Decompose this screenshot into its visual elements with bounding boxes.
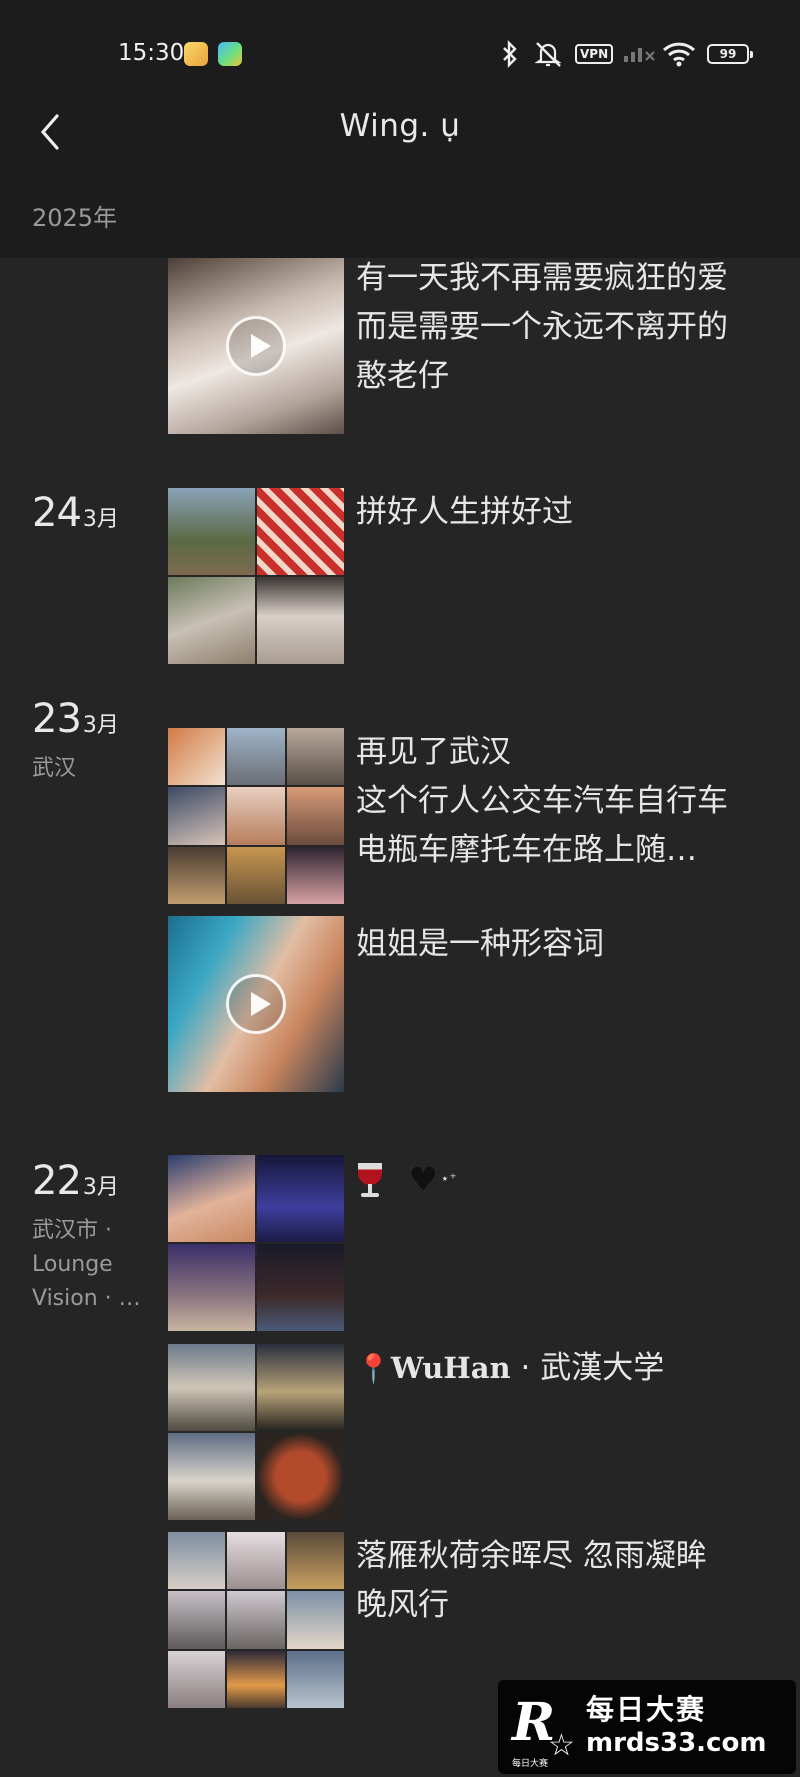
location-line: Lounge (32, 1252, 113, 1277)
photo-tile (227, 728, 285, 786)
photo-tile (227, 846, 285, 904)
vpn-icon: VPN (575, 44, 614, 64)
photo-tile (168, 1591, 226, 1649)
post-text-line: 有一天我不再需要疯狂的爱 (356, 260, 728, 296)
status-time: 15:30 (118, 40, 185, 66)
photo-tile (286, 728, 344, 786)
post-text-line: 憨老仔 (356, 358, 449, 394)
watermark-url: mrds33.com (586, 1728, 767, 1758)
post-text: 姐姐是一种形容词 (356, 926, 604, 962)
moment-post[interactable]: ♥ ⋆⁺ (168, 1155, 778, 1331)
play-icon (226, 316, 286, 376)
moments-page: 15:30 VPN 99 Wing. ụ 2025年 有一天我不再需要疯狂的爱 … (0, 0, 800, 1777)
photo-tile (168, 577, 255, 664)
page-title: Wing. ụ (339, 108, 461, 144)
post-text: 📍WuHan · 武漢大学 (356, 1344, 776, 1393)
date-day: 22 (32, 1158, 82, 1204)
photo-tile (286, 1591, 344, 1649)
photo-tile (168, 728, 226, 786)
video-thumbnail[interactable] (168, 258, 344, 434)
post-text-line: 电瓶车摩托车在路上随… (356, 832, 697, 868)
post-text: 再见了武汉 这个行人公交车汽车自行车 电瓶车摩托车在路上随… (356, 728, 776, 875)
moment-post[interactable]: 有一天我不再需要疯狂的爱 而是需要一个永远不离开的 憨老仔 (168, 258, 778, 434)
location-line: Vision · … (32, 1286, 141, 1311)
photo-grid[interactable] (168, 1155, 344, 1331)
signal-icon (622, 40, 656, 68)
photo-tile (227, 1650, 285, 1708)
bluetooth-icon (500, 40, 520, 68)
location-line: 武汉市 · (32, 1218, 112, 1243)
photo-tile (168, 1155, 255, 1242)
wifi-icon (662, 40, 696, 68)
date-location: 武汉 (32, 756, 77, 781)
post-text-line: 这个行人公交车汽车自行车 (356, 783, 728, 819)
date-day: 24 (32, 490, 82, 536)
status-bar: 15:30 VPN 99 (0, 0, 800, 100)
battery-icon: 99 (707, 44, 753, 64)
location-pin-icon: 📍 (356, 1352, 391, 1385)
post-text: ♥ ⋆⁺ (356, 1155, 776, 1205)
date-header: 243月 (32, 490, 119, 536)
photo-tile (168, 1650, 226, 1708)
post-text-line: 落雁秋荷余晖尽 忽雨凝眸 (356, 1538, 707, 1574)
photo-tile (257, 488, 344, 575)
post-text-line: 而是需要一个永远不离开的 (356, 309, 728, 345)
photo-tile (168, 846, 226, 904)
photo-grid[interactable] (168, 1532, 344, 1708)
post-text: 有一天我不再需要疯狂的爱 而是需要一个永远不离开的 憨老仔 (356, 254, 776, 401)
photo-tile (257, 1155, 344, 1242)
moment-post[interactable]: 再见了武汉 这个行人公交车汽车自行车 电瓶车摩托车在路上随… (168, 728, 778, 904)
post-text: 落雁秋荷余晖尽 忽雨凝眸 晚风行 (356, 1532, 776, 1630)
moment-post[interactable]: 拼好人生拼好过 (168, 488, 778, 664)
photo-tile (168, 1244, 255, 1331)
date-day: 23 (32, 696, 82, 742)
video-thumbnail[interactable] (168, 916, 344, 1092)
post-text-line: 晚风行 (356, 1587, 449, 1623)
watermark-title: 每日大赛 (586, 1693, 707, 1726)
notification-app-icon (184, 42, 208, 66)
photo-grid[interactable] (168, 488, 344, 664)
date-month: 3月 (82, 713, 119, 738)
moment-post[interactable]: 📍WuHan · 武漢大学 (168, 1344, 778, 1520)
photo-grid[interactable] (168, 1344, 344, 1520)
photo-tile (227, 1591, 285, 1649)
photo-tile (168, 1344, 255, 1431)
photo-tile (168, 1433, 255, 1520)
photo-grid[interactable] (168, 728, 344, 904)
photo-tile (168, 787, 226, 845)
photo-tile (168, 488, 255, 575)
photo-tile (227, 787, 285, 845)
photo-tile (227, 1532, 285, 1590)
photo-tile (286, 787, 344, 845)
sparkle-icon: ⋆⁺ (440, 1171, 457, 1187)
watermark-subtitle: 每日大赛 (512, 1759, 549, 1769)
photo-tile (257, 1344, 344, 1431)
star-icon: ☆ (548, 1728, 575, 1763)
photo-tile (257, 1433, 344, 1520)
notification-store-icon (218, 42, 242, 66)
post-text-line: 再见了武汉 (356, 734, 511, 770)
photo-tile (286, 1532, 344, 1590)
moment-post[interactable]: 姐姐是一种形容词 (168, 916, 778, 1092)
date-header: 233月 武汉 (32, 696, 152, 786)
play-icon (226, 974, 286, 1034)
date-location: 武汉市 · Lounge Vision · … (32, 1214, 152, 1316)
mute-icon (533, 40, 563, 68)
wine-glass-icon (356, 1162, 384, 1199)
photo-tile (168, 1532, 226, 1590)
profile-header: Wing. ụ 2025年 (0, 100, 800, 258)
photo-tile (257, 577, 344, 664)
post-text: 拼好人生拼好过 (356, 494, 573, 530)
post-place-detail: · 武漢大学 (510, 1350, 665, 1386)
watermark-badge: R ☆ 每日大赛 mrds33.com 每日大赛 (498, 1680, 796, 1774)
year-label: 2025年 (32, 204, 118, 232)
black-heart-icon: ♥ (408, 1160, 439, 1200)
date-header: 223月 武汉市 · Lounge Vision · … (32, 1158, 152, 1316)
post-place: WuHan (390, 1351, 511, 1385)
photo-tile (286, 1650, 344, 1708)
photo-tile (286, 846, 344, 904)
date-month: 3月 (82, 1175, 119, 1200)
photo-tile (257, 1244, 344, 1331)
date-month: 3月 (82, 507, 119, 532)
